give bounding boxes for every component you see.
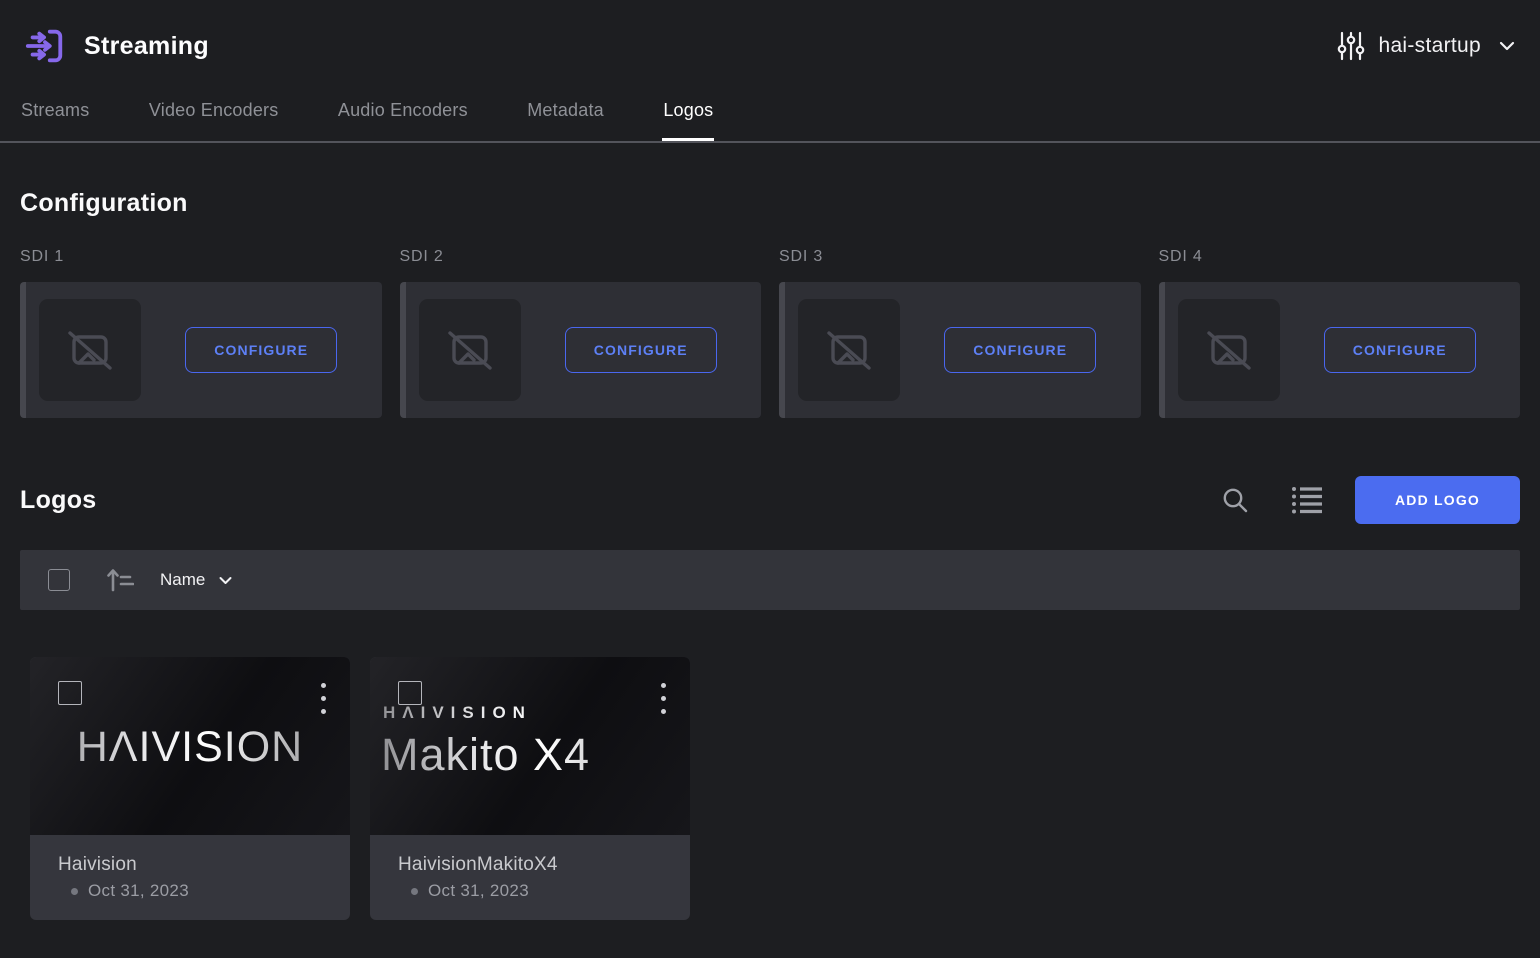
- logo-list-toolbar: Name: [20, 550, 1520, 610]
- haivision-wordmark-small: HΛIVISION: [370, 703, 690, 723]
- kebab-menu-icon[interactable]: [655, 681, 672, 716]
- image-off-icon: [1200, 321, 1258, 379]
- device-name: hai-startup: [1378, 34, 1481, 58]
- sdi-1-configure-button[interactable]: CONFIGURE: [185, 327, 337, 373]
- sdi-2-card: CONFIGURE: [400, 282, 762, 418]
- logo-card-footer: HaivisionMakitoX4 Oct 31, 2023: [370, 835, 690, 920]
- tab-bar: Streams Video Encoders Audio Encoders Me…: [0, 90, 1540, 143]
- logos-header: Logos ADD LOGO: [20, 476, 1520, 524]
- logo-checkbox[interactable]: [398, 681, 422, 705]
- sort-field-label[interactable]: Name: [160, 570, 205, 590]
- image-off-icon: [61, 321, 119, 379]
- page-title: Streaming: [84, 32, 209, 61]
- sdi-4-card: CONFIGURE: [1159, 282, 1521, 418]
- list-view-icon[interactable]: [1291, 485, 1323, 515]
- logo-date: Oct 31, 2023: [428, 881, 529, 901]
- tab-video-encoders[interactable]: Video Encoders: [148, 90, 280, 141]
- sdi-2-label: SDI 2: [400, 248, 762, 266]
- add-logo-button[interactable]: ADD LOGO: [1355, 476, 1520, 524]
- image-off-icon: [820, 321, 878, 379]
- sdi-slot-4: SDI 4 CONFIGURE: [1159, 248, 1521, 418]
- sdi-2-thumbnail: [419, 299, 521, 401]
- search-icon[interactable]: [1221, 486, 1249, 514]
- logo-card-haivision[interactable]: HΛIVISION Haivision Oct 31, 2023: [30, 657, 350, 920]
- sdi-4-configure-button[interactable]: CONFIGURE: [1324, 327, 1476, 373]
- image-off-icon: [441, 321, 499, 379]
- kebab-menu-icon[interactable]: [315, 681, 332, 716]
- logo-name: HaivisionMakitoX4: [398, 854, 674, 876]
- sdi-3-card: CONFIGURE: [779, 282, 1141, 418]
- sdi-3-label: SDI 3: [779, 248, 1141, 266]
- sort-ascending-icon[interactable]: [106, 567, 134, 593]
- logos-title: Logos: [20, 486, 97, 515]
- haivision-wordmark: HΛIVISION: [30, 723, 350, 772]
- sdi-4-label: SDI 4: [1159, 248, 1521, 266]
- sdi-slot-3: SDI 3 CONFIGURE: [779, 248, 1141, 418]
- sdi-1-card: CONFIGURE: [20, 282, 382, 418]
- makito-x4-wordmark: Makito X4: [370, 729, 690, 781]
- sdi-3-configure-button[interactable]: CONFIGURE: [944, 327, 1096, 373]
- tab-metadata[interactable]: Metadata: [526, 90, 605, 141]
- sdi-1-label: SDI 1: [20, 248, 382, 266]
- logo-checkbox[interactable]: [58, 681, 82, 705]
- sdi-1-thumbnail: [39, 299, 141, 401]
- date-bullet: [71, 888, 78, 895]
- chevron-down-icon[interactable]: [218, 573, 233, 588]
- date-bullet: [411, 888, 418, 895]
- logo-name: Haivision: [58, 854, 334, 876]
- tab-audio-encoders[interactable]: Audio Encoders: [337, 90, 469, 141]
- sdi-2-configure-button[interactable]: CONFIGURE: [565, 327, 717, 373]
- sdi-slot-2: SDI 2 CONFIGURE: [400, 248, 762, 418]
- logo-date: Oct 31, 2023: [88, 881, 189, 901]
- select-all-checkbox[interactable]: [48, 569, 70, 591]
- sdi-grid: SDI 1 CONFIGURE SDI 2: [20, 248, 1520, 418]
- logo-card-haivision-makito-x4[interactable]: HΛIVISION Makito X4 HaivisionMakitoX4 Oc…: [370, 657, 690, 920]
- sliders-icon: [1337, 31, 1365, 61]
- logo-preview: HΛIVISION Makito X4: [370, 657, 690, 835]
- logo-cards-row: HΛIVISION Haivision Oct 31, 2023 HΛIVISI…: [30, 657, 1520, 920]
- logo-card-footer: Haivision Oct 31, 2023: [30, 835, 350, 920]
- app-header: Streaming hai-startup: [0, 0, 1540, 88]
- tab-streams[interactable]: Streams: [20, 90, 90, 141]
- configuration-title: Configuration: [20, 189, 1520, 218]
- logo-preview: HΛIVISION: [30, 657, 350, 835]
- chevron-down-icon: [1498, 37, 1516, 55]
- device-selector[interactable]: hai-startup: [1337, 31, 1516, 61]
- streaming-arrows-icon: [24, 25, 66, 67]
- sdi-4-thumbnail: [1178, 299, 1280, 401]
- sdi-slot-1: SDI 1 CONFIGURE: [20, 248, 382, 418]
- sdi-3-thumbnail: [798, 299, 900, 401]
- tab-logos[interactable]: Logos: [662, 90, 714, 141]
